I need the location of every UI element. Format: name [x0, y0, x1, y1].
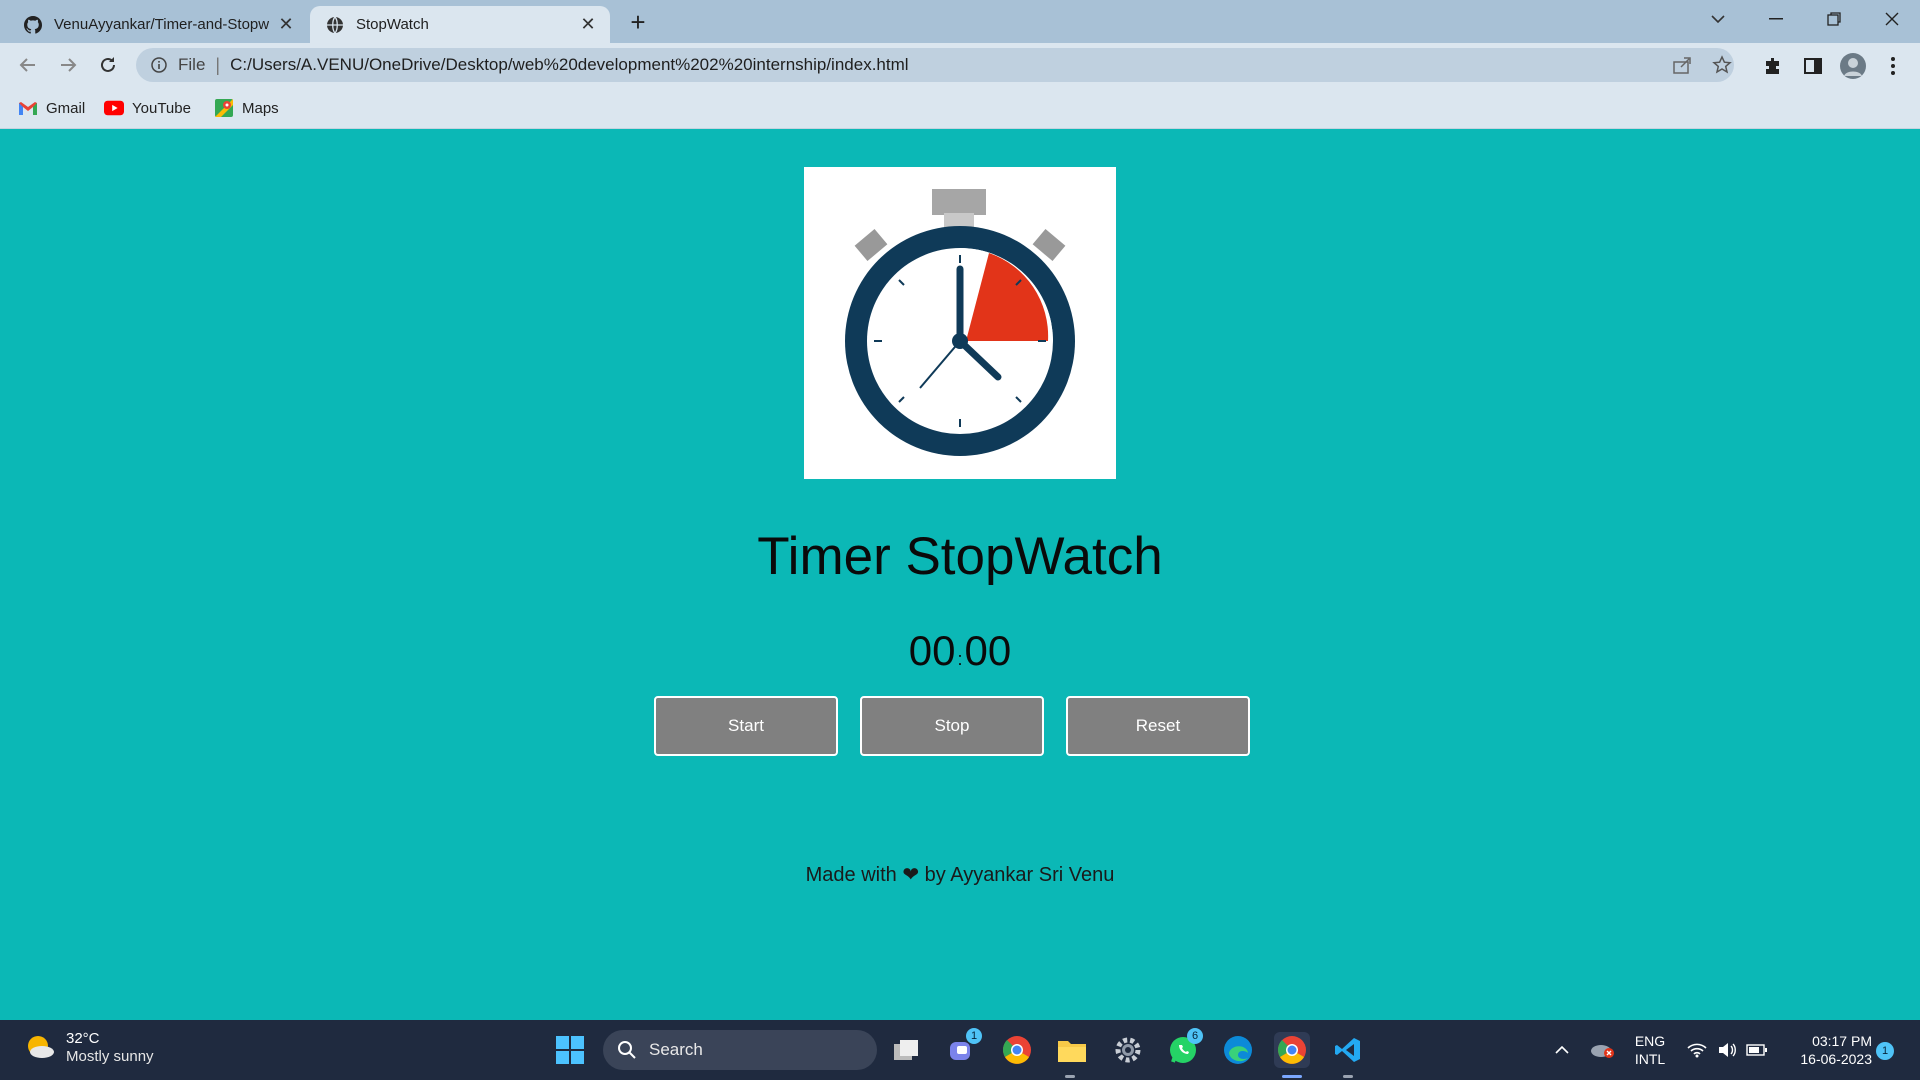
edge-icon[interactable] — [1220, 1032, 1256, 1068]
reload-button[interactable] — [92, 49, 124, 81]
address-bar[interactable]: File | C:/Users/A.VENU/OneDrive/Desktop/… — [136, 48, 1734, 82]
tab-stopwatch[interactable]: StopWatch ✕ — [310, 6, 610, 43]
url-separator: | — [215, 54, 221, 75]
stopwatch-image — [804, 167, 1116, 479]
chrome-icon[interactable] — [999, 1032, 1035, 1068]
tab-search-icon[interactable] — [1690, 0, 1746, 38]
new-tab-button[interactable]: + — [624, 7, 652, 37]
stopwatch-illustration — [845, 189, 1075, 456]
profile-avatar[interactable] — [1838, 51, 1868, 81]
chrome-active-icon[interactable] — [1274, 1032, 1310, 1068]
bookmark-label: Maps — [242, 99, 279, 117]
gmail-icon — [18, 100, 38, 116]
language-indicator[interactable]: ENG INTL — [1632, 1032, 1668, 1068]
timer-seconds: 00 — [964, 627, 1012, 674]
bookmark-gmail[interactable]: Gmail — [18, 97, 85, 119]
forward-button[interactable] — [52, 49, 84, 81]
browser-toolbar: File | C:/Users/A.VENU/OneDrive/Desktop/… — [0, 43, 1920, 87]
menu-kebab-icon[interactable] — [1878, 51, 1908, 81]
bookmark-star-icon[interactable] — [1708, 51, 1736, 79]
task-view-icon[interactable] — [888, 1032, 924, 1068]
bookmarks-bar: Gmail YouTube Maps — [0, 87, 1920, 129]
timer-separator: : — [957, 649, 963, 669]
notification-badge[interactable]: 1 — [1876, 1042, 1894, 1060]
onedrive-error-icon[interactable] — [1588, 1020, 1616, 1080]
system-clock[interactable]: 03:17 PM 16-06-2023 — [1780, 1032, 1872, 1068]
vscode-icon[interactable] — [1330, 1032, 1366, 1068]
running-indicator — [1065, 1075, 1075, 1078]
stop-button[interactable]: Stop — [860, 696, 1044, 756]
teams-badge: 1 — [966, 1028, 982, 1044]
url-scheme: File — [178, 55, 206, 74]
url-text: C:/Users/A.VENU/OneDrive/Desktop/web%20d… — [230, 55, 909, 74]
restore-button[interactable] — [1806, 0, 1862, 38]
bookmark-label: Gmail — [46, 99, 86, 117]
page-content: Timer StopWatch 00:00 Start Stop Reset M… — [0, 129, 1920, 1020]
active-indicator — [1282, 1075, 1302, 1078]
close-window-button[interactable] — [1864, 0, 1920, 38]
tab-strip: VenuAyyankar/Timer-and-Stopw ✕ StopWatch… — [0, 0, 1920, 43]
teams-icon[interactable]: 1 — [944, 1028, 982, 1068]
info-icon[interactable] — [150, 56, 168, 74]
windows-taskbar: 32°C Mostly sunny Search 1 6 ENG INTL 03… — [0, 1020, 1920, 1080]
tab-title: StopWatch — [356, 16, 429, 33]
volume-icon[interactable] — [1714, 1020, 1740, 1080]
tab-title: VenuAyyankar/Timer-and-Stopw — [54, 16, 270, 33]
maps-icon — [214, 99, 234, 117]
clock-date: 16-06-2023 — [1800, 1051, 1872, 1067]
footer-credit: Made with ❤ by Ayyankar Sri Venu — [805, 864, 1115, 886]
windows-start-icon[interactable] — [552, 1032, 588, 1068]
search-icon — [617, 1040, 637, 1060]
bookmark-label: YouTube — [132, 99, 191, 117]
weather-condition: Mostly sunny — [66, 1048, 154, 1065]
minimize-button[interactable] — [1748, 0, 1804, 38]
close-tab-icon[interactable]: ✕ — [574, 11, 602, 39]
battery-icon[interactable] — [1744, 1020, 1770, 1080]
running-indicator — [1343, 1075, 1353, 1078]
whatsapp-badge: 6 — [1187, 1028, 1203, 1044]
close-tab-icon[interactable]: ✕ — [272, 11, 300, 39]
language-line2: INTL — [1634, 1051, 1666, 1067]
globe-icon — [326, 16, 344, 34]
start-button[interactable]: Start — [654, 696, 838, 756]
tab-github[interactable]: VenuAyyankar/Timer-and-Stopw ✕ — [8, 6, 308, 43]
bookmark-youtube[interactable]: YouTube — [104, 97, 191, 119]
file-explorer-icon[interactable] — [1054, 1032, 1090, 1068]
taskbar-search[interactable]: Search — [603, 1030, 877, 1070]
language-line1: ENG — [1634, 1033, 1666, 1049]
clock-time: 03:17 PM — [1812, 1033, 1872, 1049]
whatsapp-icon[interactable]: 6 — [1165, 1028, 1203, 1068]
youtube-icon — [104, 100, 124, 116]
weather-temp: 32°C — [66, 1030, 100, 1047]
back-button[interactable] — [12, 49, 44, 81]
github-icon — [24, 15, 42, 34]
weather-widget[interactable]: 32°C Mostly sunny — [24, 1030, 154, 1066]
extensions-icon[interactable] — [1758, 51, 1788, 81]
timer-minutes: 00 — [908, 627, 956, 674]
bookmark-maps[interactable]: Maps — [214, 97, 279, 119]
side-panel-icon[interactable] — [1798, 51, 1828, 81]
timer-display: 00:00 — [0, 627, 1920, 675]
reset-button[interactable]: Reset — [1066, 696, 1250, 756]
search-label: Search — [649, 1040, 703, 1059]
chevron-up-icon[interactable] — [1550, 1020, 1574, 1080]
partly-sunny-icon — [24, 1032, 56, 1065]
share-icon[interactable] — [1668, 51, 1696, 79]
page-title: Timer StopWatch — [757, 527, 1163, 586]
wifi-icon[interactable] — [1684, 1020, 1710, 1080]
settings-gear-icon[interactable] — [1110, 1032, 1146, 1068]
